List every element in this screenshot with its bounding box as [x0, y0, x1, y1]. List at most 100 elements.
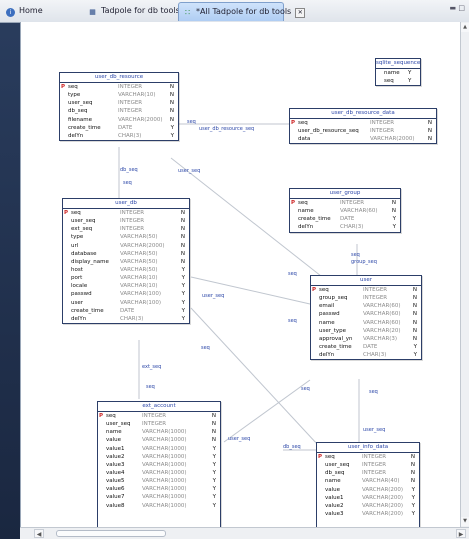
table-column-row[interactable]: user VARCHAR(100) Y: [63, 299, 189, 307]
table-column-row[interactable]: create_time DATE Y: [311, 343, 421, 351]
table-column-row[interactable]: create_time DATE Y: [63, 307, 189, 315]
column-name: seq: [298, 120, 308, 126]
table-column-row[interactable]: db_seq INTEGER N: [317, 469, 419, 477]
relation-label: seq: [351, 252, 360, 258]
table-column-row[interactable]: Pseq INTEGER N: [317, 453, 419, 461]
table-user_db_resource_data[interactable]: user_db_resource_data Pseq INTEGER Nuser_db…: [289, 108, 437, 145]
table-column-row[interactable]: database VARCHAR(50) N: [63, 250, 189, 258]
table-column-row[interactable]: user_db_resource_seq INTEGER N: [290, 127, 436, 135]
table-column-row[interactable]: Pseq INTEGER N: [290, 119, 436, 127]
tab-erd-all[interactable]: ∷ *All Tadpole for db tools ✕: [178, 2, 306, 21]
table-user_db_resource[interactable]: user_db_resource Pseq INTEGER Ntype VARCHAR(…: [59, 72, 179, 141]
table-column-row[interactable]: value1 VARCHAR(200) Y: [317, 494, 419, 502]
table-column-row[interactable]: user_seq INTEGER N: [98, 420, 220, 428]
table-column-row[interactable]: url VARCHAR(2000) N: [63, 242, 189, 250]
table-column-row[interactable]: Pseq INTEGER N: [60, 83, 178, 91]
scroll-down-icon[interactable]: ▼: [461, 517, 469, 526]
erd-canvas[interactable]: seq user_db_resource_seq db_seq seq user…: [20, 22, 461, 527]
table-column-row[interactable]: value2 VARCHAR(200) Y: [317, 502, 419, 510]
table-column-row[interactable]: port VARCHAR(10) Y: [63, 274, 189, 282]
column-nullable: N: [180, 242, 185, 249]
table-column-row[interactable]: passwd VARCHAR(100) Y: [63, 290, 189, 298]
column-type: INTEGER: [120, 210, 145, 216]
table-column-row[interactable]: name VARCHAR(60) N: [290, 207, 400, 215]
tab-tadpole-sql[interactable]: ▦ Tadpole for db tools: [84, 2, 180, 21]
table-user_info_data[interactable]: user_info_data Pseq INTEGER Nuser_seq INTEGE…: [316, 442, 420, 527]
column-name: seq: [68, 84, 78, 90]
column-type: VARCHAR(10): [120, 283, 158, 290]
table-column-row[interactable]: user_seq INTEGER N: [60, 99, 178, 107]
table-column-row[interactable]: value4 VARCHAR(1000) Y: [98, 469, 220, 477]
column-nullable: Y: [212, 461, 216, 468]
table-column-row[interactable]: value1 VARCHAR(1000) Y: [98, 445, 220, 453]
table-column-row[interactable]: locale VARCHAR(10) Y: [63, 282, 189, 290]
table-column-row[interactable]: name VARCHAR(60) N: [311, 319, 421, 327]
table-column-row[interactable]: host VARCHAR(50) Y: [63, 266, 189, 274]
table-column-row[interactable]: value VARCHAR(1000) N: [98, 436, 220, 444]
table-column-row[interactable]: Pseq INTEGER N: [98, 412, 220, 420]
table-column-row[interactable]: value3 VARCHAR(1000) Y: [98, 461, 220, 469]
column-name: data: [298, 136, 311, 143]
column-nullable: Y: [411, 486, 415, 493]
column-type: INTEGER: [118, 108, 143, 115]
column-type: VARCHAR(200): [362, 510, 404, 517]
table-column-row[interactable]: type VARCHAR(10) N: [60, 91, 178, 99]
column-name: database: [71, 250, 97, 257]
table-column-row[interactable]: user_seq INTEGER N: [63, 217, 189, 225]
table-column-row[interactable]: filename VARCHAR(2000) N: [60, 116, 178, 124]
scroll-thumb[interactable]: [56, 530, 166, 537]
table-column-row[interactable]: delYn CHAR(3) Y: [311, 351, 421, 359]
table-column-row[interactable]: name VARCHAR(1000) N: [98, 428, 220, 436]
table-column-row[interactable]: passwd VARCHAR(60) N: [311, 310, 421, 318]
close-icon[interactable]: ✕: [295, 8, 306, 18]
table-ext_account[interactable]: ext_account Pseq INTEGER Nuser_seq INTEGER Nn…: [97, 401, 221, 527]
table-user_group[interactable]: user_group Pseq INTEGER Nname VARCHAR(60) Ncr…: [289, 188, 401, 233]
table-column-row[interactable]: approval_yn VARCHAR(3) N: [311, 335, 421, 343]
column-type: VARCHAR(200): [362, 494, 404, 501]
scroll-left-icon[interactable]: ◀: [34, 529, 44, 538]
table-column-row[interactable]: group_seq INTEGER N: [311, 294, 421, 302]
column-name: seq: [106, 413, 116, 419]
table-column-row[interactable]: value6 VARCHAR(1000) Y: [98, 485, 220, 493]
table-column-row[interactable]: value2 VARCHAR(1000) Y: [98, 453, 220, 461]
table-column-row[interactable]: data VARCHAR(2000) N: [290, 135, 436, 143]
table-user_db[interactable]: user_db Pseq INTEGER Nuser_seq INTEGER Next_s…: [62, 198, 190, 324]
table-column-row[interactable]: value7 VARCHAR(1000) Y: [98, 493, 220, 501]
table-column-row[interactable]: name Y: [376, 69, 420, 77]
table-user[interactable]: user Pseq INTEGER Ngroup_seq INTEGER Nemail VA…: [310, 275, 422, 361]
column-name: create_time: [68, 124, 101, 131]
table-column-row[interactable]: Pseq INTEGER N: [311, 286, 421, 294]
table-column-row[interactable]: Pseq INTEGER N: [63, 209, 189, 217]
column-nullable: Y: [181, 299, 185, 306]
table-column-row[interactable]: ext_seq INTEGER N: [63, 225, 189, 233]
table-column-row[interactable]: email VARCHAR(60) N: [311, 302, 421, 310]
table-column-row[interactable]: value3 VARCHAR(200) Y: [317, 510, 419, 518]
table-column-row[interactable]: display_name VARCHAR(50) N: [63, 258, 189, 266]
table-column-row[interactable]: value8 VARCHAR(1000) Y: [98, 502, 220, 510]
vertical-scrollbar[interactable]: ▲ ▼: [460, 22, 469, 527]
table-column-row[interactable]: seq Y: [376, 77, 420, 85]
table-column-row[interactable]: create_time DATE Y: [290, 215, 400, 223]
table-column-row[interactable]: name VARCHAR(40) N: [317, 477, 419, 485]
table-sqlite_sequence[interactable]: sqlite_sequence name Yseq Y: [375, 58, 421, 87]
table-column-row[interactable]: delYn CHAR(3) Y: [290, 223, 400, 231]
table-column-row[interactable]: create_time DATE Y: [60, 124, 178, 132]
table-column-row[interactable]: user_type VARCHAR(20) N: [311, 327, 421, 335]
column-name: port: [71, 275, 83, 282]
table-column-row[interactable]: Pseq INTEGER N: [290, 199, 400, 207]
table-column-row[interactable]: type VARCHAR(50) N: [63, 233, 189, 241]
table-column-row[interactable]: db_seq INTEGER N: [60, 107, 178, 115]
editor-tab-bar: i Home ▦ Tadpole for db tools ∷ *All Tadpol…: [0, 0, 469, 23]
minimize-maximize-icon[interactable]: ▬ □: [450, 4, 465, 12]
table-column-row[interactable]: user_seq INTEGER N: [317, 461, 419, 469]
table-column-row[interactable]: delYn CHAR(3) Y: [60, 132, 178, 140]
table-column-row[interactable]: value5 VARCHAR(1000) Y: [98, 477, 220, 485]
table-column-row[interactable]: value VARCHAR(200) Y: [317, 486, 419, 494]
horizontal-scrollbar[interactable]: ◀ ▶: [20, 527, 469, 539]
table-column-row[interactable]: delYn CHAR(3) Y: [63, 315, 189, 323]
scroll-up-icon[interactable]: ▲: [461, 23, 469, 32]
tab-home[interactable]: i Home: [2, 2, 60, 21]
column-name: name: [384, 70, 400, 76]
column-type: INTEGER: [118, 84, 143, 90]
scroll-right-icon[interactable]: ▶: [456, 529, 466, 538]
